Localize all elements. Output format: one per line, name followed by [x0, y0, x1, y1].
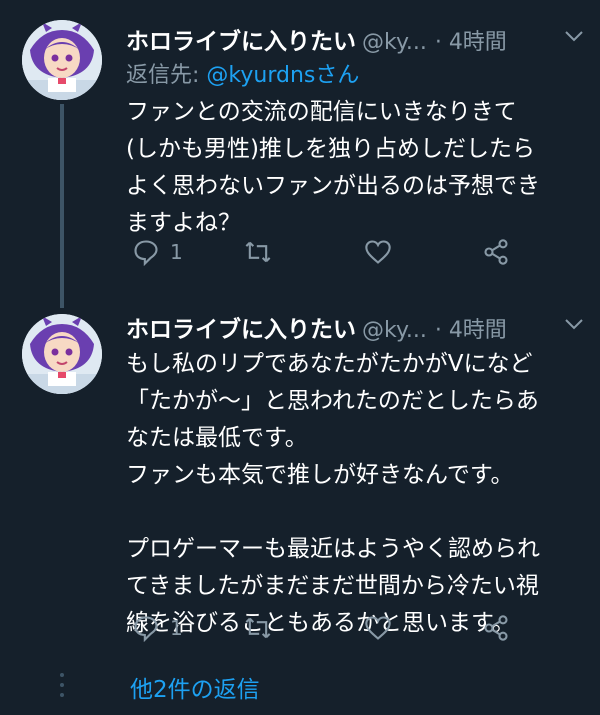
like-icon — [365, 240, 391, 264]
display-name[interactable]: ホロライブに入りたい — [126, 29, 356, 55]
thread-dots — [60, 673, 64, 703]
chevron-down-icon[interactable] — [562, 312, 586, 336]
reply-count: 1 — [170, 616, 183, 640]
share-button[interactable] — [482, 614, 510, 642]
like-button[interactable] — [364, 614, 392, 642]
retweet-button[interactable] — [244, 238, 272, 266]
timestamp[interactable]: · 4時間 — [435, 30, 507, 55]
replying-to: 返信先: @kyurdnsさん — [126, 58, 586, 94]
timestamp[interactable]: · 4時間 — [435, 318, 507, 343]
tweet-text: ファンとの交流の配信にいきなりきて (しかも男性)推しを独り占めしだしたら よく… — [126, 99, 540, 236]
like-button[interactable] — [364, 238, 392, 266]
reply-button[interactable]: 1 — [132, 614, 183, 642]
share-button[interactable] — [482, 238, 510, 266]
retweet-button[interactable] — [244, 614, 272, 642]
tweet[interactable]: ホロライブに入りたい @ky... · 4時間 もし私のリプであなたがたかがVになど… — [0, 300, 600, 662]
avatar-image — [22, 314, 102, 394]
reply-icon — [134, 240, 158, 266]
show-more-replies-link[interactable]: 他2件の返信 — [130, 670, 260, 704]
reply-mention-link[interactable]: @kyurdnsさん — [206, 63, 359, 88]
reply-icon — [134, 616, 158, 642]
reply-count: 1 — [170, 240, 183, 264]
share-icon — [484, 615, 508, 641]
avatar[interactable] — [22, 20, 102, 100]
tweet-header: ホロライブに入りたい @ky... · 4時間 — [126, 310, 586, 346]
tweet-actions: 1 — [126, 614, 560, 654]
tweet[interactable]: ホロライブに入りたい @ky... · 4時間 返信先: @kyurdnsさん ファ… — [0, 0, 600, 308]
user-handle[interactable]: @ky... — [362, 30, 427, 55]
avatar-image — [22, 20, 102, 100]
tweet-actions: 1 — [126, 238, 560, 278]
tweet-text: もし私のリプであなたがたかがVになど 「たかが〜」と思われたのだとしたらあ なた… — [126, 351, 540, 636]
chevron-down-icon[interactable] — [562, 24, 586, 48]
reply-button[interactable]: 1 — [132, 238, 183, 266]
tweet-body: ホロライブに入りたい @ky... · 4時間 返信先: @kyurdnsさん ファ… — [126, 22, 586, 242]
avatar[interactable] — [22, 314, 102, 394]
tweet-header: ホロライブに入りたい @ky... · 4時間 — [126, 22, 586, 58]
retweet-icon — [245, 617, 271, 639]
retweet-icon — [245, 241, 271, 263]
thread-line — [60, 104, 64, 308]
like-icon — [365, 616, 391, 640]
tweet-body: ホロライブに入りたい @ky... · 4時間 もし私のリプであなたがたかがVになど… — [126, 310, 586, 642]
share-icon — [484, 239, 508, 265]
user-handle[interactable]: @ky... — [362, 318, 427, 343]
display-name[interactable]: ホロライブに入りたい — [126, 317, 356, 343]
reply-to-label: 返信先: — [126, 63, 207, 88]
